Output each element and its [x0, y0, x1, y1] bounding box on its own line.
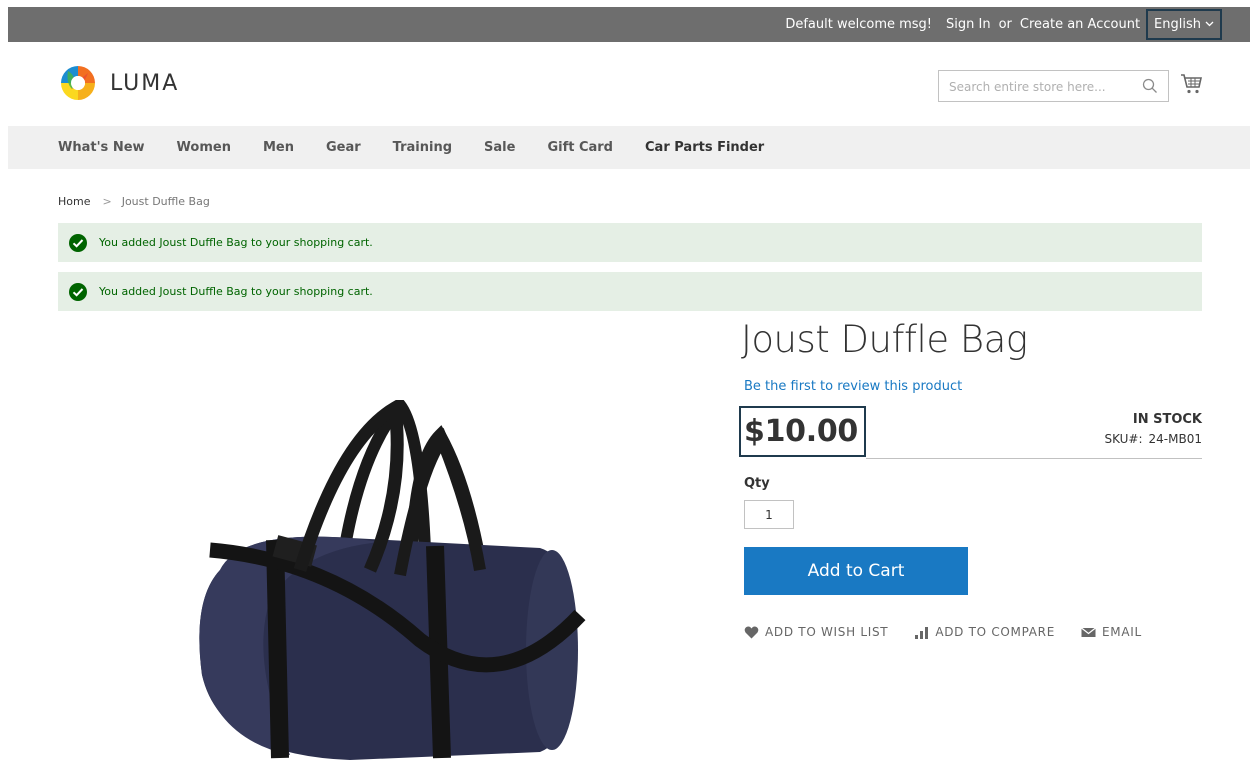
breadcrumb: Home > Joust Duffle Bag [58, 195, 210, 208]
search-box [938, 70, 1169, 103]
success-message: You added Joust Duffle Bag to your shopp… [58, 272, 1202, 311]
product-title: Joust Duffle Bag [741, 318, 1028, 361]
chevron-down-icon [1205, 9, 1214, 40]
nav-item-training[interactable]: Training [393, 140, 452, 155]
envelope-icon [1081, 627, 1096, 637]
logo-text: LUMA [110, 70, 180, 96]
breadcrumb-separator: > [102, 195, 112, 208]
price-divider [866, 458, 1202, 459]
success-message-text: You added Joust Duffle Bag to your shopp… [99, 285, 373, 298]
welcome-message: Default welcome msg! [785, 17, 933, 32]
price-value: $10.00 [744, 414, 858, 449]
luma-logo-icon [61, 66, 95, 100]
product-sku: SKU#: 24-MB01 [1104, 432, 1202, 446]
add-to-wishlist-link[interactable]: ADD TO WISH LIST [744, 625, 888, 639]
logo[interactable]: LUMA [58, 63, 179, 103]
search-icon[interactable] [1142, 78, 1158, 94]
breadcrumb-current: Joust Duffle Bag [121, 195, 210, 208]
sign-in-link[interactable]: Sign In [946, 17, 991, 32]
qty-input[interactable] [744, 500, 794, 529]
header-links: Default welcome msg! Sign In or Create a… [777, 7, 1222, 42]
nav-item-sale[interactable]: Sale [484, 140, 515, 155]
check-circle-icon [69, 282, 87, 301]
success-message: You added Joust Duffle Bag to your shopp… [58, 223, 1202, 262]
main-navigation: What's New Women Men Gear Training Sale … [8, 126, 1250, 169]
cart-icon[interactable] [1180, 72, 1204, 96]
nav-item-gear[interactable]: Gear [326, 140, 361, 155]
nav-item-men[interactable]: Men [263, 140, 294, 155]
heart-icon [744, 626, 759, 638]
or-text: or [998, 17, 1012, 32]
add-to-compare-link[interactable]: ADD TO COMPARE [914, 625, 1055, 639]
product-actions: ADD TO WISH LIST ADD TO COMPARE EMAIL [744, 625, 1168, 639]
nav-item-whats-new[interactable]: What's New [58, 140, 145, 155]
nav-item-women[interactable]: Women [177, 140, 231, 155]
product-price: $10.00 [739, 406, 866, 457]
add-to-wishlist-label: ADD TO WISH LIST [765, 625, 889, 639]
sku-value: 24-MB01 [1148, 432, 1202, 446]
success-message-text: You added Joust Duffle Bag to your shopp… [99, 236, 373, 249]
email-link[interactable]: EMAIL [1081, 625, 1142, 639]
breadcrumb-home[interactable]: Home [58, 195, 90, 208]
email-label: EMAIL [1102, 625, 1142, 639]
qty-label: Qty [744, 476, 770, 491]
stock-status: IN STOCK [1132, 412, 1202, 427]
top-bar: Default welcome msg! Sign In or Create a… [8, 7, 1250, 42]
add-to-cart-button[interactable]: Add to Cart [744, 547, 968, 595]
compare-bars-icon [915, 626, 929, 639]
create-account-link[interactable]: Create an Account [1020, 17, 1140, 32]
nav-item-car-parts-finder[interactable]: Car Parts Finder [645, 140, 764, 155]
product-image[interactable] [180, 400, 590, 760]
review-link[interactable]: Be the first to review this product [744, 379, 962, 394]
language-switcher[interactable]: English [1146, 9, 1222, 40]
language-label: English [1154, 17, 1201, 32]
add-to-compare-label: ADD TO COMPARE [935, 625, 1055, 639]
nav-item-gift-card[interactable]: Gift Card [547, 140, 613, 155]
search-input[interactable] [947, 71, 1141, 103]
check-circle-icon [69, 233, 87, 252]
sku-label: SKU#: [1104, 432, 1143, 446]
